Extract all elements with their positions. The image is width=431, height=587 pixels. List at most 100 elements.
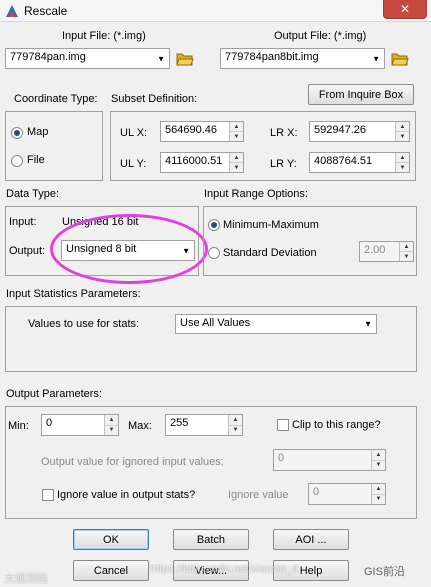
clip-to-range-checkbox[interactable] [277, 419, 289, 431]
minimum-maximum-label: Minimum-Maximum [223, 219, 319, 231]
down-arrow-icon[interactable]: ▼ [396, 132, 409, 141]
ignored-output-value-input[interactable]: 0 ▲ ▼ [273, 449, 386, 471]
ignore-in-stats-label: Ignore value in output stats? [57, 489, 196, 501]
lrx-value: 592947.26 [314, 124, 366, 136]
lrx-spinner[interactable]: ▲ ▼ [395, 122, 409, 141]
standard-deviation-radio[interactable] [208, 247, 220, 259]
from-inquire-box-button[interactable]: From Inquire Box [308, 84, 414, 105]
watermark-left: 大观测绘 [4, 573, 48, 585]
ignore-value-spinner[interactable]: ▲ ▼ [371, 484, 385, 504]
map-radio-label: Map [27, 126, 49, 138]
coordinate-type-label: Coordinate Type: [14, 93, 98, 105]
up-arrow-icon[interactable]: ▲ [229, 415, 242, 426]
up-arrow-icon[interactable]: ▲ [372, 484, 385, 495]
max-input[interactable]: 255 ▲ ▼ [165, 414, 243, 436]
ignore-in-stats-checkbox[interactable] [42, 489, 54, 501]
uly-input[interactable]: 4116000.51 ▲ ▼ [160, 152, 244, 173]
input-statistics-label: Input Statistics Parameters: [6, 288, 141, 300]
standard-deviation-input[interactable]: 2.00 ▲ ▼ [359, 241, 414, 262]
min-input[interactable]: 0 ▲ ▼ [41, 414, 119, 436]
chevron-down-icon: ▼ [157, 54, 165, 63]
up-arrow-icon[interactable]: ▲ [396, 153, 409, 163]
values-for-stats-label: Values to use for stats: [28, 318, 140, 330]
file-radio[interactable] [11, 155, 23, 167]
min-value: 0 [46, 417, 53, 429]
file-radio-label: File [27, 154, 45, 166]
min-label: Min: [8, 420, 29, 432]
aoi-button[interactable]: AOI ... [273, 529, 349, 550]
chevron-down-icon: ▼ [182, 246, 190, 255]
data-type-output-label: Output: [9, 245, 46, 257]
close-icon: ✕ [399, 2, 411, 16]
input-range-options-label: Input Range Options: [204, 188, 308, 200]
ignore-value-input[interactable]: 0 ▲ ▼ [308, 483, 386, 505]
ulx-value: 564690.46 [165, 124, 217, 136]
folder-open-icon[interactable] [176, 51, 194, 67]
folder-open-icon[interactable] [391, 51, 409, 67]
ignore-value: 0 [313, 486, 320, 498]
clip-to-range-label: Clip to this range? [292, 419, 381, 431]
chevron-down-icon: ▼ [372, 54, 380, 63]
input-file-combo[interactable]: 779784pan.img ▼ [5, 48, 170, 69]
output-file-value: 779784pan8bit.img [225, 51, 319, 63]
map-radio[interactable] [11, 127, 23, 139]
lry-spinner[interactable]: ▲ ▼ [395, 153, 409, 172]
up-arrow-icon[interactable]: ▲ [372, 450, 385, 461]
down-arrow-icon[interactable]: ▼ [230, 163, 243, 172]
down-arrow-icon[interactable]: ▼ [372, 461, 385, 471]
standard-deviation-spinner[interactable]: ▲ ▼ [399, 242, 413, 261]
values-for-stats-value: Use All Values [180, 317, 251, 329]
lry-value: 4088764.51 [314, 155, 373, 167]
window-title: Rescale [24, 4, 68, 18]
max-value: 255 [170, 417, 189, 429]
watermark-right: GIS前沿 [364, 566, 405, 578]
down-arrow-icon[interactable]: ▼ [105, 426, 118, 436]
ulx-spinner[interactable]: ▲ ▼ [229, 122, 243, 141]
ignore-value-label: Ignore value [228, 489, 289, 501]
output-data-type-select[interactable]: Unsigned 8 bit ▼ [61, 240, 195, 261]
batch-button[interactable]: Batch [173, 529, 249, 550]
down-arrow-icon[interactable]: ▼ [372, 495, 385, 505]
ignored-output-value: 0 [278, 452, 285, 464]
output-file-label: Output File: (*.img) [274, 30, 367, 42]
output-file-combo[interactable]: 779784pan8bit.img ▼ [220, 48, 385, 69]
chevron-down-icon: ▼ [364, 319, 372, 329]
lrx-input[interactable]: 592947.26 ▲ ▼ [309, 121, 410, 142]
data-type-input-value: Unsigned 16 bit [62, 216, 139, 228]
up-arrow-icon[interactable]: ▲ [400, 242, 413, 252]
minimum-maximum-radio[interactable] [208, 219, 220, 231]
watermark-center: https://blog.csdn.net/xiaoxin_4 [150, 563, 298, 575]
uly-value: 4116000.51 [165, 155, 223, 167]
up-arrow-icon[interactable]: ▲ [105, 415, 118, 426]
app-icon [6, 5, 18, 17]
down-arrow-icon[interactable]: ▼ [396, 163, 409, 172]
input-file-label: Input File: (*.img) [62, 30, 146, 42]
values-for-stats-select[interactable]: Use All Values ▼ [175, 314, 377, 334]
ignored-input-label: Output value for ignored input values: [41, 456, 224, 468]
down-arrow-icon[interactable]: ▼ [230, 132, 243, 141]
subset-definition-label: Subset Definition: [111, 93, 198, 105]
close-button[interactable]: ✕ [383, 0, 427, 19]
up-arrow-icon[interactable]: ▲ [230, 122, 243, 132]
lrx-label: LR X: [270, 127, 298, 139]
lry-input[interactable]: 4088764.51 ▲ ▼ [309, 152, 410, 173]
min-spinner[interactable]: ▲ ▼ [104, 415, 118, 435]
cancel-button[interactable]: Cancel [73, 560, 149, 581]
uly-label: UL Y: [120, 158, 147, 170]
standard-deviation-label: Standard Deviation [223, 247, 317, 259]
output-data-type-value: Unsigned 8 bit [66, 243, 137, 255]
up-arrow-icon[interactable]: ▲ [230, 153, 243, 163]
lry-label: LR Y: [270, 158, 297, 170]
output-parameters-label: Output Parameters: [6, 388, 102, 400]
ignored-output-value-spinner[interactable]: ▲ ▼ [371, 450, 385, 470]
coordinate-type-group [5, 111, 103, 181]
uly-spinner[interactable]: ▲ ▼ [229, 153, 243, 172]
ulx-input[interactable]: 564690.46 ▲ ▼ [160, 121, 244, 142]
down-arrow-icon[interactable]: ▼ [229, 426, 242, 436]
down-arrow-icon[interactable]: ▼ [400, 252, 413, 261]
up-arrow-icon[interactable]: ▲ [396, 122, 409, 132]
max-label: Max: [128, 420, 152, 432]
max-spinner[interactable]: ▲ ▼ [228, 415, 242, 435]
standard-deviation-value: 2.00 [364, 244, 386, 256]
ok-button[interactable]: OK [73, 529, 149, 550]
